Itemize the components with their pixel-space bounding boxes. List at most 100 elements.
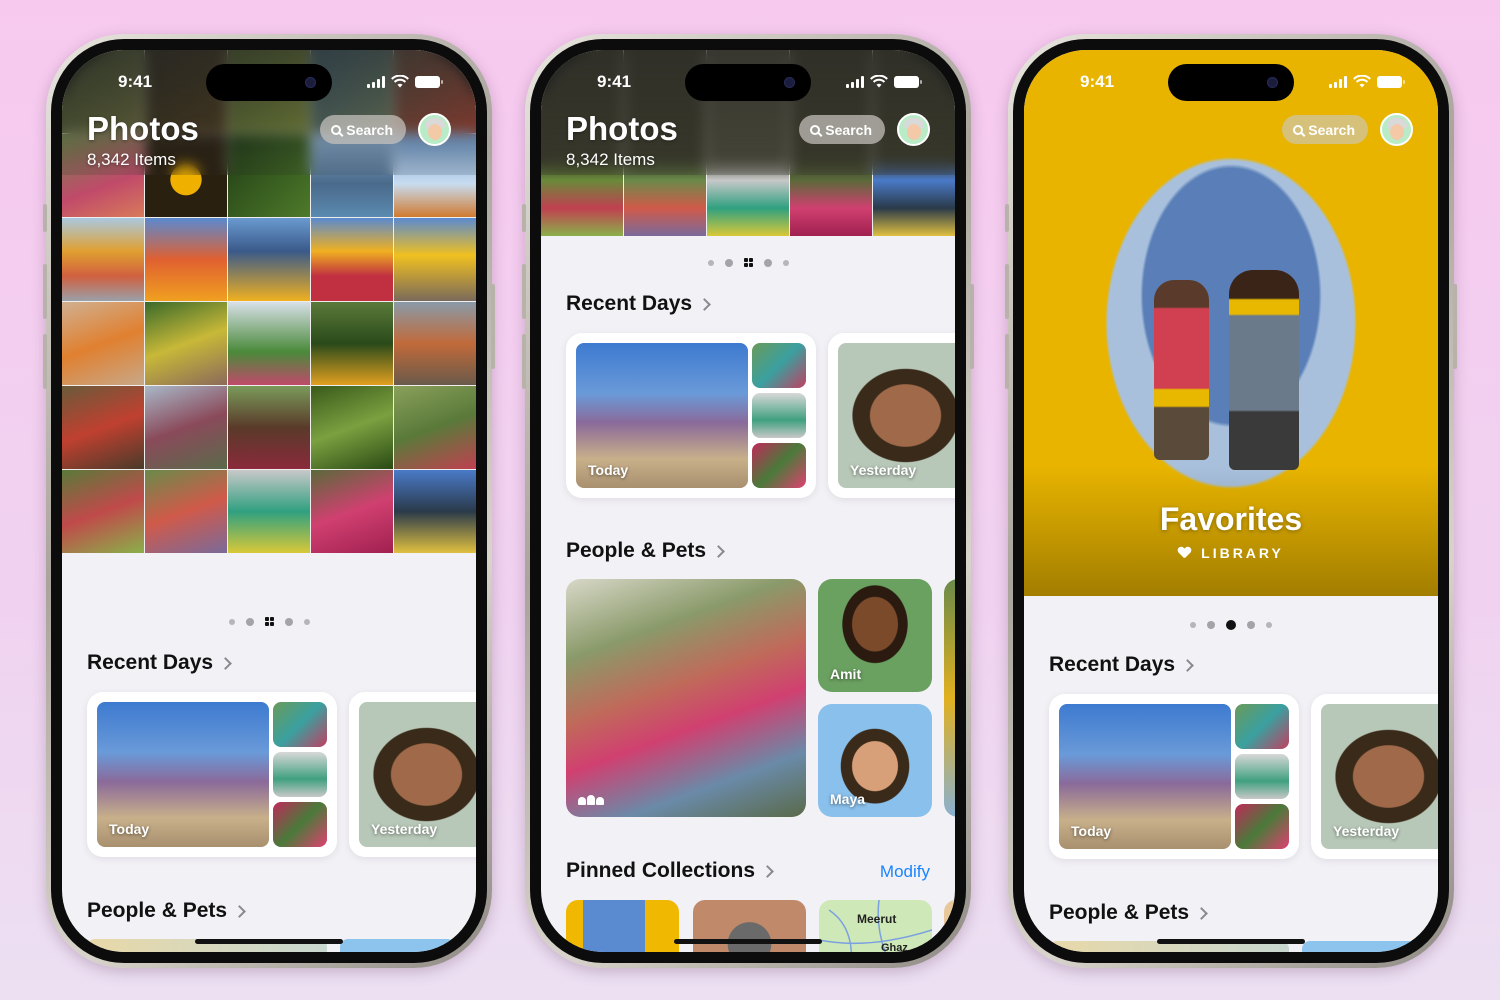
grid-photo[interactable] — [311, 302, 393, 385]
collection-photo[interactable] — [944, 900, 955, 952]
grid-photo[interactable] — [62, 386, 144, 469]
person-photo[interactable] — [944, 579, 955, 817]
collection-photo[interactable] — [693, 900, 806, 952]
section-people-pets[interactable]: People & Pets — [87, 899, 246, 923]
recent-day-card-yesterday[interactable]: Yesterday — [828, 333, 955, 498]
yesterday-photo: Yesterday — [359, 702, 476, 847]
people-photo[interactable] — [1302, 941, 1417, 952]
search-button[interactable]: Search — [320, 115, 406, 144]
grid-photo[interactable] — [145, 386, 227, 469]
page-indicator[interactable] — [541, 258, 955, 267]
app-title: Photos — [566, 110, 678, 147]
page-dot[interactable] — [303, 618, 310, 625]
page-dot[interactable] — [782, 259, 789, 266]
section-people-pets[interactable]: People & Pets — [566, 539, 725, 563]
today-photo: Today — [576, 343, 748, 488]
power-button — [970, 284, 974, 369]
search-label: Search — [346, 121, 393, 138]
collection-favorites[interactable] — [566, 900, 679, 952]
profile-avatar[interactable] — [897, 113, 930, 146]
person-photo-amit[interactable]: Amit — [818, 579, 932, 692]
app-title: Photos — [87, 110, 199, 147]
collection-map[interactable]: Meerut Ghaz — [819, 900, 932, 952]
grid-photo[interactable] — [62, 470, 144, 553]
recent-day-card-today[interactable]: Today — [566, 333, 816, 498]
search-button[interactable]: Search — [799, 115, 885, 144]
volume-up-button — [1005, 264, 1009, 319]
grid-photo[interactable] — [394, 470, 476, 553]
grid-photo[interactable] — [394, 302, 476, 385]
grid-photo[interactable] — [394, 218, 476, 301]
grid-photo[interactable] — [311, 386, 393, 469]
hero-subtitle: LIBRARY — [1024, 545, 1438, 561]
page-dot[interactable] — [245, 617, 254, 626]
home-indicator[interactable] — [674, 939, 822, 944]
page-dot[interactable] — [1190, 622, 1196, 628]
page-dot[interactable] — [1247, 621, 1255, 629]
page-dot-grid-active[interactable] — [743, 258, 753, 267]
person-photo-maya[interactable]: Maya — [818, 704, 932, 817]
section-recent-days[interactable]: Recent Days — [87, 651, 232, 675]
page-dot[interactable] — [724, 258, 733, 267]
section-pinned-collections[interactable]: Pinned Collections — [566, 859, 774, 883]
grid-photo[interactable] — [62, 218, 144, 301]
map-label-meerut: Meerut — [857, 912, 897, 926]
page-dot-grid-active[interactable] — [264, 617, 274, 626]
section-recent-days[interactable]: Recent Days — [1049, 653, 1194, 677]
search-icon — [810, 124, 821, 135]
grid-photo[interactable] — [311, 218, 393, 301]
profile-avatar[interactable] — [418, 113, 451, 146]
modify-button[interactable]: Modify — [880, 862, 930, 882]
battery-icon — [1377, 76, 1405, 88]
grid-photo[interactable] — [228, 218, 310, 301]
grid-photo[interactable] — [228, 470, 310, 553]
action-button — [522, 204, 526, 232]
search-button[interactable]: Search — [1282, 115, 1368, 144]
page-indicator[interactable] — [1024, 620, 1438, 630]
home-indicator[interactable] — [195, 939, 343, 944]
chevron-right-icon — [761, 865, 774, 878]
recent-day-card-yesterday[interactable]: Yesterday — [1311, 694, 1438, 859]
today-photo: Today — [97, 702, 269, 847]
page-dot[interactable] — [763, 258, 772, 267]
day-label: Yesterday — [850, 462, 917, 478]
cellular-signal-icon — [846, 76, 864, 88]
battery-icon — [894, 76, 922, 88]
section-title: Recent Days — [1049, 653, 1176, 676]
page-dot[interactable] — [1207, 621, 1215, 629]
page-dot[interactable] — [284, 617, 293, 626]
today-photo: Today — [1059, 704, 1231, 849]
chevron-right-icon — [219, 657, 232, 670]
wifi-icon — [870, 75, 888, 88]
recent-day-card-yesterday[interactable]: Yesterday — [349, 692, 476, 857]
grid-photo[interactable] — [62, 302, 144, 385]
thumb-photo — [273, 752, 327, 797]
page-dot[interactable] — [707, 259, 714, 266]
action-button — [43, 204, 47, 232]
page-dot[interactable] — [228, 618, 235, 625]
grid-photo[interactable] — [145, 302, 227, 385]
section-recent-days[interactable]: Recent Days — [566, 292, 711, 316]
grid-photo[interactable] — [311, 470, 393, 553]
profile-avatar[interactable] — [1380, 113, 1413, 146]
page-indicator[interactable] — [62, 617, 476, 626]
grid-photo[interactable] — [228, 302, 310, 385]
page-dot-active[interactable] — [1226, 620, 1236, 630]
volume-up-button — [43, 264, 47, 319]
grid-photo[interactable] — [145, 218, 227, 301]
people-photo[interactable] — [340, 939, 455, 952]
wifi-icon — [1353, 75, 1371, 88]
grid-photo[interactable] — [394, 386, 476, 469]
home-indicator[interactable] — [1157, 939, 1305, 944]
page-dot[interactable] — [1266, 622, 1272, 628]
recent-day-card-today[interactable]: Today — [87, 692, 337, 857]
yesterday-photo: Yesterday — [838, 343, 955, 488]
person-name: Maya — [830, 791, 866, 807]
screen: 9:41 Photos 8,342 Items Search Recent Da… — [541, 50, 955, 952]
chevron-right-icon — [712, 545, 725, 558]
grid-photo[interactable] — [145, 470, 227, 553]
section-people-pets[interactable]: People & Pets — [1049, 901, 1208, 925]
group-people-photo[interactable] — [566, 579, 806, 817]
recent-day-card-today[interactable]: Today — [1049, 694, 1299, 859]
grid-photo[interactable] — [228, 386, 310, 469]
